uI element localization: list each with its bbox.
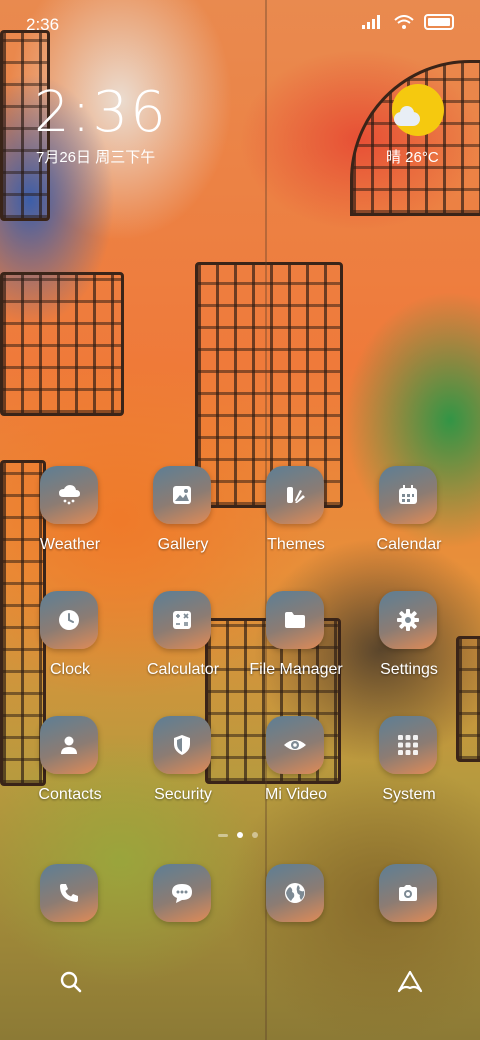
person-icon xyxy=(40,716,98,774)
globe-icon xyxy=(266,864,324,922)
app-label: File Manager xyxy=(249,661,343,678)
signal-icon xyxy=(362,15,380,29)
page-dot xyxy=(252,832,258,838)
app-label: Contacts xyxy=(38,786,102,803)
page-dot-active xyxy=(237,832,243,838)
app-security[interactable]: Security xyxy=(127,716,239,806)
app-label: Clock xyxy=(49,661,90,678)
app-clock[interactable]: Clock xyxy=(14,591,126,681)
weather-widget-text[interactable]: 晴 26°C xyxy=(386,146,439,167)
clock-widget-date[interactable]: 7月26日 周三下午 xyxy=(36,146,155,167)
wallpaper-grille xyxy=(0,272,124,416)
search-icon[interactable] xyxy=(58,969,84,995)
app-weather[interactable]: Weather xyxy=(14,466,126,556)
clock-icon xyxy=(40,591,98,649)
app-mi-video[interactable]: Mi Video xyxy=(240,716,352,806)
calendar-icon xyxy=(379,466,437,524)
gear-icon xyxy=(379,591,437,649)
wifi-icon xyxy=(394,15,414,29)
clock-widget-time[interactable]: 2:36 xyxy=(34,80,168,145)
app-label: Security xyxy=(154,786,212,803)
page-dot xyxy=(218,834,228,837)
app-label: Gallery xyxy=(157,536,209,553)
dock-browser[interactable] xyxy=(240,864,352,954)
app-label: Mi Video xyxy=(265,786,327,803)
battery-icon xyxy=(424,14,454,30)
bottom-bar xyxy=(0,955,480,1011)
app-gallery[interactable]: Gallery xyxy=(127,466,239,556)
calculator-icon xyxy=(153,591,211,649)
app-folder-system[interactable]: System xyxy=(353,716,465,806)
app-contacts[interactable]: Contacts xyxy=(14,716,126,806)
cloud-rain-icon xyxy=(40,466,98,524)
app-calendar[interactable]: Calendar xyxy=(353,466,465,556)
image-icon xyxy=(153,466,211,524)
message-icon xyxy=(153,864,211,922)
dock-camera[interactable] xyxy=(353,864,465,954)
folder-icon xyxy=(266,591,324,649)
status-bar: 2:36 xyxy=(0,0,480,50)
page-indicator[interactable] xyxy=(200,830,280,840)
app-label: Calendar xyxy=(376,536,442,553)
dock-messages[interactable] xyxy=(127,864,239,954)
app-label: Weather xyxy=(39,536,101,553)
camera-icon xyxy=(379,864,437,922)
eye-icon xyxy=(266,716,324,774)
folder-grid-icon xyxy=(379,716,437,774)
app-themes[interactable]: Themes xyxy=(240,466,352,556)
status-time: 2:36 xyxy=(26,15,60,34)
assistant-icon[interactable] xyxy=(396,969,424,995)
status-icons xyxy=(362,14,454,30)
app-label: Settings xyxy=(380,661,438,678)
phone-icon xyxy=(40,864,98,922)
app-label: System xyxy=(382,786,436,803)
app-label: Themes xyxy=(267,536,325,553)
dock-phone[interactable] xyxy=(14,864,126,954)
shield-icon xyxy=(153,716,211,774)
brush-icon xyxy=(266,466,324,524)
app-label: Calculator xyxy=(146,661,220,678)
cloud-icon xyxy=(394,106,420,126)
app-file-manager[interactable]: File Manager xyxy=(240,591,352,681)
app-settings[interactable]: Settings xyxy=(353,591,465,681)
app-calculator[interactable]: Calculator xyxy=(127,591,239,681)
